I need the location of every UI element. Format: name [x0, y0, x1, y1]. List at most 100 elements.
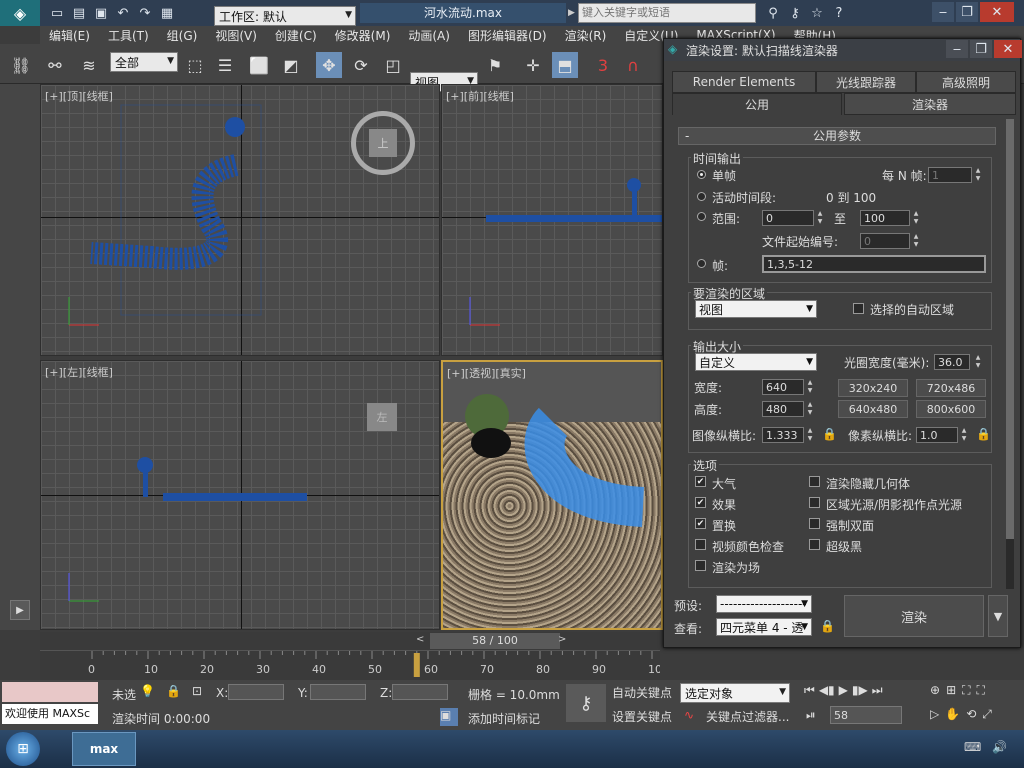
every-n-field[interactable]: 1 [928, 167, 972, 183]
output-preset-dropdown[interactable]: 自定义 ▼ [695, 353, 817, 371]
dialog-restore-icon[interactable]: ❐ [970, 40, 992, 58]
add-time-tag[interactable]: 添加时间标记 [468, 710, 540, 727]
unlink-icon[interactable]: ⚯ [42, 52, 68, 78]
frames-field[interactable]: 1,3,5-12 [762, 255, 986, 273]
keyboard-icon[interactable]: ⌨ [964, 740, 981, 754]
spinner-icon[interactable]: ▲ ▼ [806, 427, 814, 443]
area-dropdown[interactable]: 视图 ▼ [695, 300, 817, 318]
key-filter-button[interactable]: 关键点过滤器... [706, 708, 789, 725]
lock-pixel-aspect-icon[interactable]: 🔒 [976, 427, 991, 441]
radio-frames[interactable] [697, 259, 706, 268]
fov-icon[interactable]: ▷ [930, 707, 939, 722]
menu-edit[interactable]: 编辑(E) [40, 27, 99, 44]
render-fields-checkbox[interactable] [695, 560, 706, 571]
dialog-minimize-icon[interactable]: ‒ [946, 40, 968, 58]
file-start-field[interactable]: 0 [860, 233, 910, 249]
prev-key-icon[interactable]: ◀▮ [819, 683, 835, 698]
curve-icon[interactable]: ∿ [684, 708, 694, 722]
y-coord-field[interactable] [310, 684, 366, 700]
welcome-text[interactable]: 欢迎使用 MAXSc [2, 704, 98, 724]
viewport-front[interactable]: [+][前][线框] [441, 84, 663, 356]
tab-advanced-lighting[interactable]: 高级照明 [916, 71, 1016, 93]
radio-active-segment[interactable] [697, 192, 706, 201]
super-black-checkbox[interactable] [809, 539, 820, 550]
bind-spacewarp-icon[interactable]: ≋ [76, 52, 102, 78]
open-file-icon[interactable]: ▤ [68, 3, 90, 23]
render-options-arrow[interactable]: ▼ [988, 595, 1008, 637]
play-panel-icon[interactable]: ▶ [10, 600, 30, 620]
range-to-field[interactable]: 100 [860, 210, 910, 226]
menu-views[interactable]: 视图(V) [206, 27, 266, 44]
binoculars-icon[interactable]: ⚲ [762, 3, 784, 23]
time-slider[interactable]: < 58 / 100 > [40, 632, 660, 650]
prev-frame-icon[interactable]: < [416, 634, 424, 645]
minimize-icon[interactable]: ‒ [932, 2, 954, 22]
radio-range[interactable] [697, 212, 706, 221]
redo-icon[interactable]: ↷ [134, 3, 156, 23]
rotate-icon[interactable]: ⟳ [348, 52, 374, 78]
play-icon[interactable]: ▶ [839, 683, 848, 698]
set-key-button[interactable]: 设置关键点 [612, 708, 672, 725]
selection-filter-dropdown[interactable]: 全部 ▼ [110, 52, 178, 72]
area-lights-checkbox[interactable] [809, 497, 820, 508]
menu-animation[interactable]: 动画(A) [399, 27, 459, 44]
spinner-icon[interactable]: ▲ ▼ [806, 401, 814, 417]
video-color-check-checkbox[interactable] [695, 539, 706, 550]
search-input[interactable] [578, 3, 756, 23]
workspace-dropdown[interactable]: 工作区: 默认 ▼ [214, 6, 356, 26]
play-arrow-icon[interactable]: ▶ [568, 3, 576, 23]
spinner-icon[interactable]: ▲ ▼ [960, 427, 968, 443]
rollout-common-params[interactable]: - 公用参数 [678, 127, 996, 145]
width-field[interactable]: 640 [762, 379, 804, 395]
force-2sided-checkbox[interactable] [809, 518, 820, 529]
menu-rendering[interactable]: 渲染(R) [556, 27, 616, 44]
save-icon[interactable]: ▣ [90, 3, 112, 23]
menu-tools[interactable]: 工具(T) [99, 27, 158, 44]
render-button[interactable]: 渲染 [844, 595, 984, 637]
viewport-label[interactable]: [+][前][线框] [446, 88, 514, 104]
spinner-icon[interactable]: ▲ ▼ [816, 210, 824, 226]
link-icon[interactable]: ⛓ [8, 52, 34, 78]
time-tag-icon[interactable]: ▣ [440, 708, 458, 726]
x-coord-field[interactable] [228, 684, 284, 700]
tab-render-elements[interactable]: Render Elements [672, 71, 816, 93]
spinner-icon[interactable]: ▲ ▼ [912, 210, 920, 226]
spinner-icon[interactable]: ▲ ▼ [974, 167, 982, 183]
key-mode-dropdown[interactable]: 选定对象 ▼ [680, 683, 790, 703]
menu-modifiers[interactable]: 修改器(M) [326, 27, 400, 44]
preset-720x486-button[interactable]: 720x486 [916, 379, 986, 397]
radio-single[interactable] [697, 170, 706, 179]
orbit-icon[interactable]: ⟲ [966, 707, 976, 722]
app-logo-icon[interactable]: ◈ [0, 0, 40, 26]
spinner-icon[interactable]: ▲ ▼ [806, 379, 814, 395]
current-frame-field[interactable]: 58 [830, 706, 902, 724]
undo-icon[interactable]: ↶ [112, 3, 134, 23]
image-aspect-field[interactable]: 1.333 [762, 427, 804, 443]
current-frame-marker[interactable] [413, 653, 420, 677]
viewcube[interactable]: 左 [367, 403, 397, 431]
select-object-icon[interactable]: ⬚ [182, 52, 208, 78]
pivot-center-icon[interactable]: ⚑ [482, 52, 508, 78]
pixel-aspect-field[interactable]: 1.0 [916, 427, 958, 443]
star-icon[interactable]: ☆ [806, 3, 828, 23]
zoom-icon[interactable]: ⊕ [930, 683, 940, 698]
aperture-field[interactable]: 36.0 [934, 354, 970, 370]
render-preset-dropdown[interactable]: -------------------- ▼ [716, 595, 812, 613]
select-manipulate-icon[interactable]: ✛ [520, 52, 546, 78]
height-field[interactable]: 480 [762, 401, 804, 417]
start-orb-icon[interactable]: ⊞ [6, 732, 40, 766]
preset-640x480-button[interactable]: 640x480 [838, 400, 908, 418]
menu-graph-editors[interactable]: 图形编辑器(D) [459, 27, 556, 44]
restore-icon[interactable]: ❐ [956, 2, 978, 22]
frame-counter[interactable]: 58 / 100 [430, 633, 560, 649]
viewport-top[interactable]: 上 [+][顶][线框] [40, 84, 440, 356]
help-icon[interactable]: ? [828, 3, 850, 23]
isolate-icon[interactable]: 💡 [140, 684, 155, 698]
auto-key-button[interactable]: 自动关键点 [612, 684, 672, 701]
auto-region-checkbox[interactable] [853, 303, 864, 314]
viewport-left[interactable]: 左 [+][左][线框] [40, 360, 440, 630]
next-key-icon[interactable]: ▮▶ [852, 683, 868, 698]
close-icon[interactable]: ✕ [980, 2, 1014, 22]
project-icon[interactable]: ▦ [156, 3, 178, 23]
preset-320x240-button[interactable]: 320x240 [838, 379, 908, 397]
